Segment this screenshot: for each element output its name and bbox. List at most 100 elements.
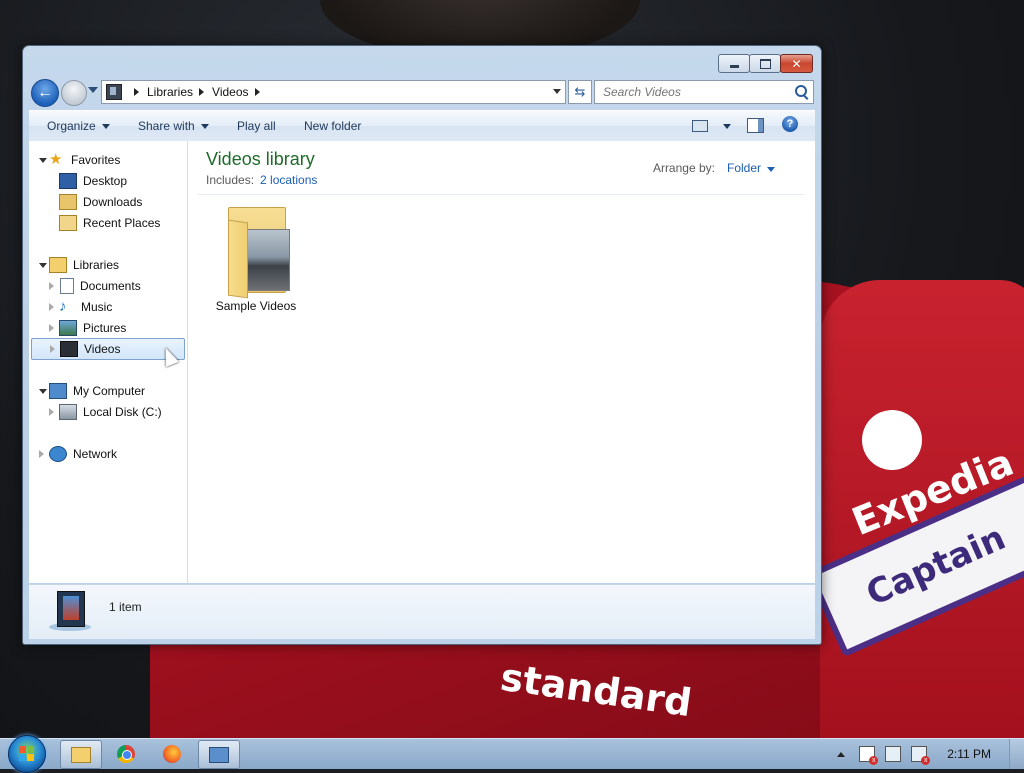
tree-item-desktop[interactable]: Desktop bbox=[59, 171, 127, 191]
tree-item-downloads[interactable]: Downloads bbox=[59, 192, 142, 212]
taskbar-remote-desktop-button[interactable] bbox=[198, 740, 240, 769]
videos-library-icon bbox=[106, 84, 122, 100]
explorer-window: ✕ ← Libraries Videos ⇆ Organize Share wi… bbox=[22, 45, 822, 645]
arrange-by-label: Arrange by: bbox=[652, 161, 715, 175]
address-bar[interactable]: Libraries Videos bbox=[101, 80, 566, 104]
taskbar-explorer-button[interactable] bbox=[60, 740, 102, 769]
organize-button[interactable]: Organize bbox=[47, 119, 110, 133]
window-controls: ✕ bbox=[718, 54, 813, 73]
tree-favorites[interactable]: ★ Favorites bbox=[39, 150, 120, 170]
start-button[interactable] bbox=[8, 735, 46, 773]
content-pane[interactable]: Videos library Includes: 2 locations Arra… bbox=[188, 141, 815, 583]
tree-item-label: Downloads bbox=[83, 195, 143, 209]
tree-item-label: Recent Places bbox=[83, 216, 161, 230]
expand-arrow-icon[interactable] bbox=[39, 158, 47, 163]
item-count: 1 item bbox=[109, 600, 142, 614]
breadcrumb-chevron-icon[interactable] bbox=[199, 88, 205, 96]
preview-pane-icon[interactable] bbox=[747, 118, 764, 133]
breadcrumb-chevron-icon[interactable] bbox=[254, 88, 260, 96]
expand-arrow-icon[interactable] bbox=[39, 450, 44, 458]
volume-muted-icon[interactable]: x bbox=[911, 746, 931, 765]
taskbar-clock[interactable]: 2:11 PM bbox=[947, 747, 991, 761]
tree-item-local-disk[interactable]: Local Disk (C:) bbox=[49, 402, 162, 422]
view-options-chevron-icon[interactable] bbox=[723, 124, 731, 129]
show-desktop-button[interactable] bbox=[1009, 739, 1024, 769]
tree-item-label: Pictures bbox=[83, 321, 127, 335]
wallpaper-sponsor-logo bbox=[862, 410, 922, 470]
documents-icon bbox=[60, 278, 74, 294]
search-icon[interactable] bbox=[795, 85, 807, 97]
share-with-label: Share with bbox=[138, 119, 195, 133]
maximize-button[interactable] bbox=[749, 54, 781, 73]
folder-item-sample-videos[interactable]: Sample Videos bbox=[211, 203, 301, 313]
back-arrow-icon: ← bbox=[37, 84, 53, 101]
network-globe-icon bbox=[49, 446, 67, 462]
chevron-down-icon bbox=[101, 123, 110, 129]
tree-item-documents[interactable]: Documents bbox=[49, 276, 141, 296]
expand-arrow-icon[interactable] bbox=[50, 345, 55, 353]
play-all-label: Play all bbox=[237, 119, 276, 133]
breadcrumb-chevron-icon[interactable] bbox=[134, 88, 139, 96]
address-dropdown-icon[interactable] bbox=[553, 89, 561, 94]
action-center-flag-icon[interactable]: x bbox=[859, 746, 879, 765]
play-all-button[interactable]: Play all bbox=[237, 119, 276, 133]
expand-arrow-icon[interactable] bbox=[49, 303, 54, 311]
firefox-icon bbox=[163, 744, 181, 763]
tree-item-label: Documents bbox=[80, 279, 141, 293]
navigation-row: ← Libraries Videos ⇆ bbox=[31, 79, 814, 107]
taskbar-chrome-button[interactable] bbox=[106, 740, 146, 767]
tree-item-label: Videos bbox=[84, 342, 121, 356]
refresh-icon: ⇆ bbox=[574, 84, 586, 99]
locations-link[interactable]: 2 locations bbox=[260, 173, 317, 187]
tree-item-music[interactable]: ♪ Music bbox=[49, 297, 112, 317]
search-box[interactable] bbox=[594, 80, 814, 104]
breadcrumb-videos[interactable]: Videos bbox=[212, 85, 248, 99]
system-tray: x x 2:11 PM bbox=[837, 739, 1024, 769]
tree-item-label: Local Disk (C:) bbox=[83, 405, 162, 419]
arrange-by-dropdown[interactable]: Folder bbox=[727, 161, 775, 175]
new-folder-button[interactable]: New folder bbox=[304, 119, 361, 133]
tree-libraries[interactable]: Libraries bbox=[39, 255, 119, 275]
help-icon[interactable]: ? bbox=[782, 116, 798, 132]
change-view-icon[interactable] bbox=[692, 120, 708, 132]
chrome-icon bbox=[117, 744, 135, 763]
expand-arrow-icon[interactable] bbox=[39, 263, 47, 268]
network-status-icon[interactable] bbox=[885, 746, 902, 762]
breadcrumb-libraries[interactable]: Libraries bbox=[147, 85, 193, 99]
recent-pages-dropdown[interactable] bbox=[88, 87, 98, 93]
star-icon: ★ bbox=[49, 151, 63, 168]
search-input[interactable] bbox=[601, 84, 795, 100]
minimize-button[interactable] bbox=[718, 54, 750, 73]
desktop-icon bbox=[59, 173, 77, 189]
refresh-button[interactable]: ⇆ bbox=[568, 80, 592, 104]
chevron-down-icon bbox=[200, 123, 209, 129]
tree-network[interactable]: Network bbox=[39, 444, 117, 464]
tree-item-recent-places[interactable]: Recent Places bbox=[59, 213, 160, 233]
expand-arrow-icon[interactable] bbox=[49, 282, 54, 290]
computer-icon bbox=[49, 383, 67, 399]
tree-item-label: Music bbox=[81, 300, 113, 314]
title-bar[interactable]: ✕ bbox=[23, 46, 821, 78]
tree-item-pictures[interactable]: Pictures bbox=[49, 318, 126, 338]
minimize-icon bbox=[729, 64, 739, 68]
back-button[interactable]: ← bbox=[31, 79, 59, 107]
expand-arrow-icon[interactable] bbox=[39, 389, 47, 394]
command-bar: Organize Share with Play all New folder … bbox=[29, 110, 815, 142]
tree-my-computer[interactable]: My Computer bbox=[39, 381, 145, 401]
new-folder-label: New folder bbox=[304, 119, 362, 133]
folder-icon bbox=[71, 746, 91, 763]
maximize-icon bbox=[759, 58, 771, 69]
library-includes: Includes: 2 locations bbox=[206, 173, 317, 187]
share-with-button[interactable]: Share with bbox=[138, 119, 209, 133]
tree-network-label: Network bbox=[73, 447, 118, 461]
expand-arrow-icon[interactable] bbox=[49, 408, 54, 416]
taskbar-firefox-button[interactable] bbox=[152, 740, 192, 767]
close-button[interactable]: ✕ bbox=[780, 54, 813, 73]
arrange-by: Arrange by: Folder bbox=[653, 161, 775, 175]
taskbar: x x 2:11 PM bbox=[0, 735, 1024, 773]
show-hidden-icons-icon[interactable] bbox=[837, 751, 846, 757]
details-pane: 1 item bbox=[29, 584, 815, 639]
forward-button[interactable] bbox=[61, 80, 87, 106]
expand-arrow-icon[interactable] bbox=[49, 324, 54, 332]
videos-film-icon bbox=[60, 341, 78, 357]
